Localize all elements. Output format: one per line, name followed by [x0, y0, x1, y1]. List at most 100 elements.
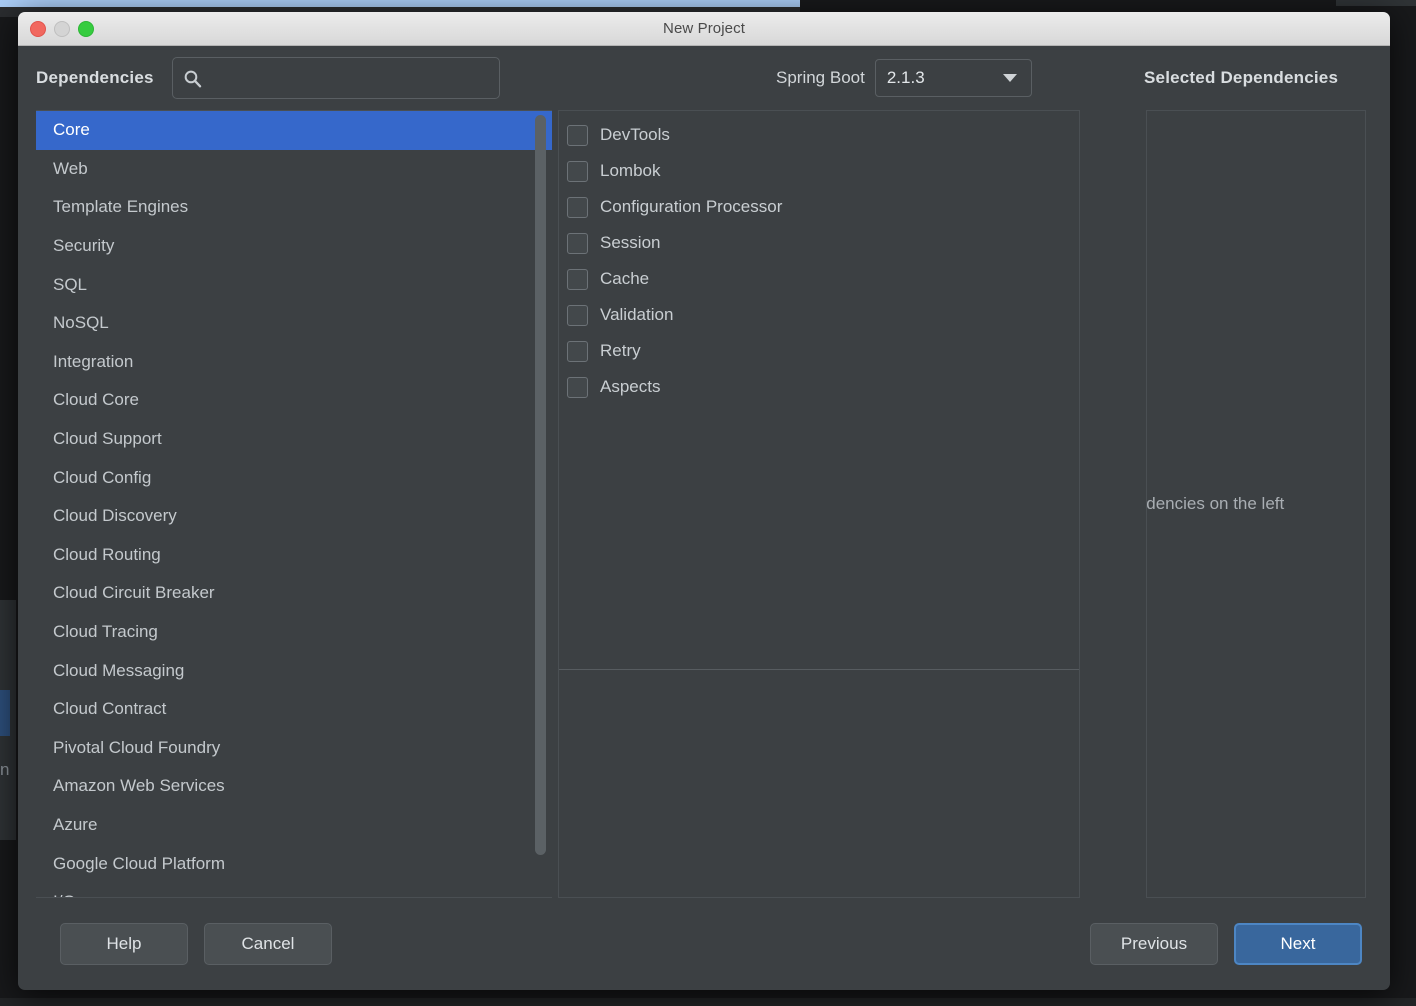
dependency-item[interactable]: Retry	[559, 333, 1079, 369]
dependency-checkbox[interactable]	[567, 268, 588, 290]
category-item[interactable]: Cloud Routing	[36, 536, 552, 575]
minimize-window-icon[interactable]	[54, 20, 70, 37]
category-item[interactable]: Cloud Tracing	[36, 613, 552, 652]
category-item[interactable]: Core	[36, 111, 552, 150]
next-button[interactable]: Next	[1234, 923, 1362, 965]
category-item[interactable]: I/O	[36, 883, 552, 897]
spring-boot-version-value: 2.1.3	[886, 68, 925, 87]
category-item[interactable]: Cloud Contract	[36, 690, 552, 729]
new-project-dialog: New Project Dependencies Spring Boot 2.1…	[18, 12, 1390, 990]
category-item-label: Amazon Web Services	[53, 776, 225, 796]
dependency-item[interactable]: Session	[559, 225, 1079, 261]
search-input[interactable]	[209, 68, 489, 88]
background-blue-band	[0, 0, 800, 7]
category-item-label: Cloud Messaging	[53, 660, 185, 680]
category-item-label: Security	[53, 236, 115, 256]
category-item[interactable]: Cloud Circuit Breaker	[36, 574, 552, 613]
window-title: New Project	[663, 20, 745, 37]
dependency-item-label: Session	[600, 233, 661, 252]
category-item[interactable]: SQL	[36, 265, 552, 304]
spring-boot-label: Spring Boot	[776, 68, 865, 87]
dependency-checkbox[interactable]	[567, 304, 588, 326]
category-item[interactable]: Security	[36, 227, 552, 266]
category-item-label: Cloud Config	[53, 467, 152, 487]
category-item-label: Cloud Contract	[53, 699, 167, 719]
category-item[interactable]: Template Engines	[36, 188, 552, 227]
category-item-label: SQL	[53, 274, 88, 294]
category-item-label: Pivotal Cloud Foundry	[53, 737, 221, 757]
category-item-label: Cloud Circuit Breaker	[53, 583, 215, 603]
dependencies-label: Dependencies	[36, 68, 154, 87]
category-item-label: Google Cloud Platform	[53, 853, 225, 873]
category-item-label: Web	[53, 158, 88, 178]
search-icon	[184, 70, 201, 87]
category-item[interactable]: Cloud Support	[36, 420, 552, 459]
dependency-list[interactable]: DevTools Lombok Configuration Processor Ses…	[559, 111, 1079, 669]
category-item-label: Azure	[53, 814, 98, 834]
category-item[interactable]: Cloud Messaging	[36, 651, 552, 690]
category-list[interactable]: Core Web Template Engines Security SQL NoSQL I…	[36, 111, 552, 897]
dependency-item[interactable]: Aspects	[559, 369, 1079, 405]
category-scrollbar-thumb[interactable]	[535, 115, 546, 855]
window-titlebar: New Project	[18, 12, 1390, 46]
category-panel: Core Web Template Engines Security SQL NoSQL I…	[36, 110, 552, 898]
category-item-label: NoSQL	[53, 313, 109, 333]
selected-dependencies-empty-message: Select dependencies on the left	[1146, 494, 1285, 513]
dependency-checkbox[interactable]	[567, 124, 588, 146]
dependency-item-label: Aspects	[600, 377, 661, 396]
category-scrollbar[interactable]	[535, 113, 546, 897]
category-item[interactable]: Pivotal Cloud Foundry	[36, 729, 552, 768]
dependency-item[interactable]: DevTools	[559, 117, 1079, 153]
dependency-checkbox[interactable]	[567, 340, 588, 362]
dependency-item-label: Validation	[600, 305, 674, 324]
dependency-checkbox[interactable]	[567, 160, 588, 182]
category-item[interactable]: Google Cloud Platform	[36, 844, 552, 883]
help-button[interactable]: Help	[60, 923, 188, 965]
dependency-checkbox[interactable]	[567, 376, 588, 398]
dependency-checkbox[interactable]	[567, 232, 588, 254]
background-bottom-bar	[0, 998, 1416, 1006]
category-item[interactable]: Amazon Web Services	[36, 767, 552, 806]
category-item-label: Cloud Discovery	[53, 506, 177, 526]
category-item-label: Integration	[53, 351, 134, 371]
maximize-window-icon[interactable]	[78, 20, 94, 37]
search-field[interactable]	[171, 57, 500, 99]
background-right-strip	[1336, 0, 1416, 6]
spring-boot-version-dropdown[interactable]: 2.1.3	[874, 59, 1032, 97]
category-item-label: Cloud Routing	[53, 544, 161, 564]
footer-left-buttons: Help Cancel	[60, 923, 332, 965]
category-item[interactable]: Web	[36, 150, 552, 189]
dependency-item[interactable]: Configuration Processor	[559, 189, 1079, 225]
category-item[interactable]: Azure	[36, 806, 552, 845]
category-item-label: Cloud Tracing	[53, 622, 158, 642]
close-window-icon[interactable]	[30, 20, 46, 37]
category-item-label: Cloud Core	[53, 390, 139, 410]
category-item[interactable]: NoSQL	[36, 304, 552, 343]
dependency-checkbox[interactable]	[567, 196, 588, 218]
category-item-label: Template Engines	[53, 197, 189, 217]
dependency-item-label: DevTools	[600, 125, 670, 144]
category-item[interactable]: Integration	[36, 343, 552, 382]
dependency-item[interactable]: Cache	[559, 261, 1079, 297]
spring-boot-version-group: Spring Boot 2.1.3	[776, 59, 1032, 97]
dependency-item[interactable]: Lombok	[559, 153, 1079, 189]
background-ghost-text: n	[0, 760, 10, 779]
cancel-button[interactable]: Cancel	[204, 923, 332, 965]
category-item-label: I/O	[53, 892, 76, 897]
dependency-item-label: Configuration Processor	[600, 197, 783, 216]
dependency-item[interactable]: Validation	[559, 297, 1079, 333]
chevron-down-icon	[1002, 74, 1017, 82]
dependency-panel: DevTools Lombok Configuration Processor Ses…	[558, 110, 1080, 898]
category-item[interactable]: Cloud Config	[36, 458, 552, 497]
footer-right-buttons: Previous Next	[1090, 923, 1362, 965]
window-controls	[30, 12, 94, 45]
previous-button[interactable]: Previous	[1090, 923, 1218, 965]
background-ghost-highlight	[0, 690, 10, 736]
dependency-item-label: Lombok	[600, 161, 661, 180]
category-item[interactable]: Cloud Discovery	[36, 497, 552, 536]
selected-dependencies-title: Selected Dependencies	[1144, 68, 1339, 87]
selected-dependencies-panel: Select dependencies on the left	[1146, 110, 1366, 898]
dialog-body: Core Web Template Engines Security SQL NoSQL I…	[18, 110, 1390, 898]
category-item-label: Core	[53, 120, 90, 140]
category-item[interactable]: Cloud Core	[36, 381, 552, 420]
